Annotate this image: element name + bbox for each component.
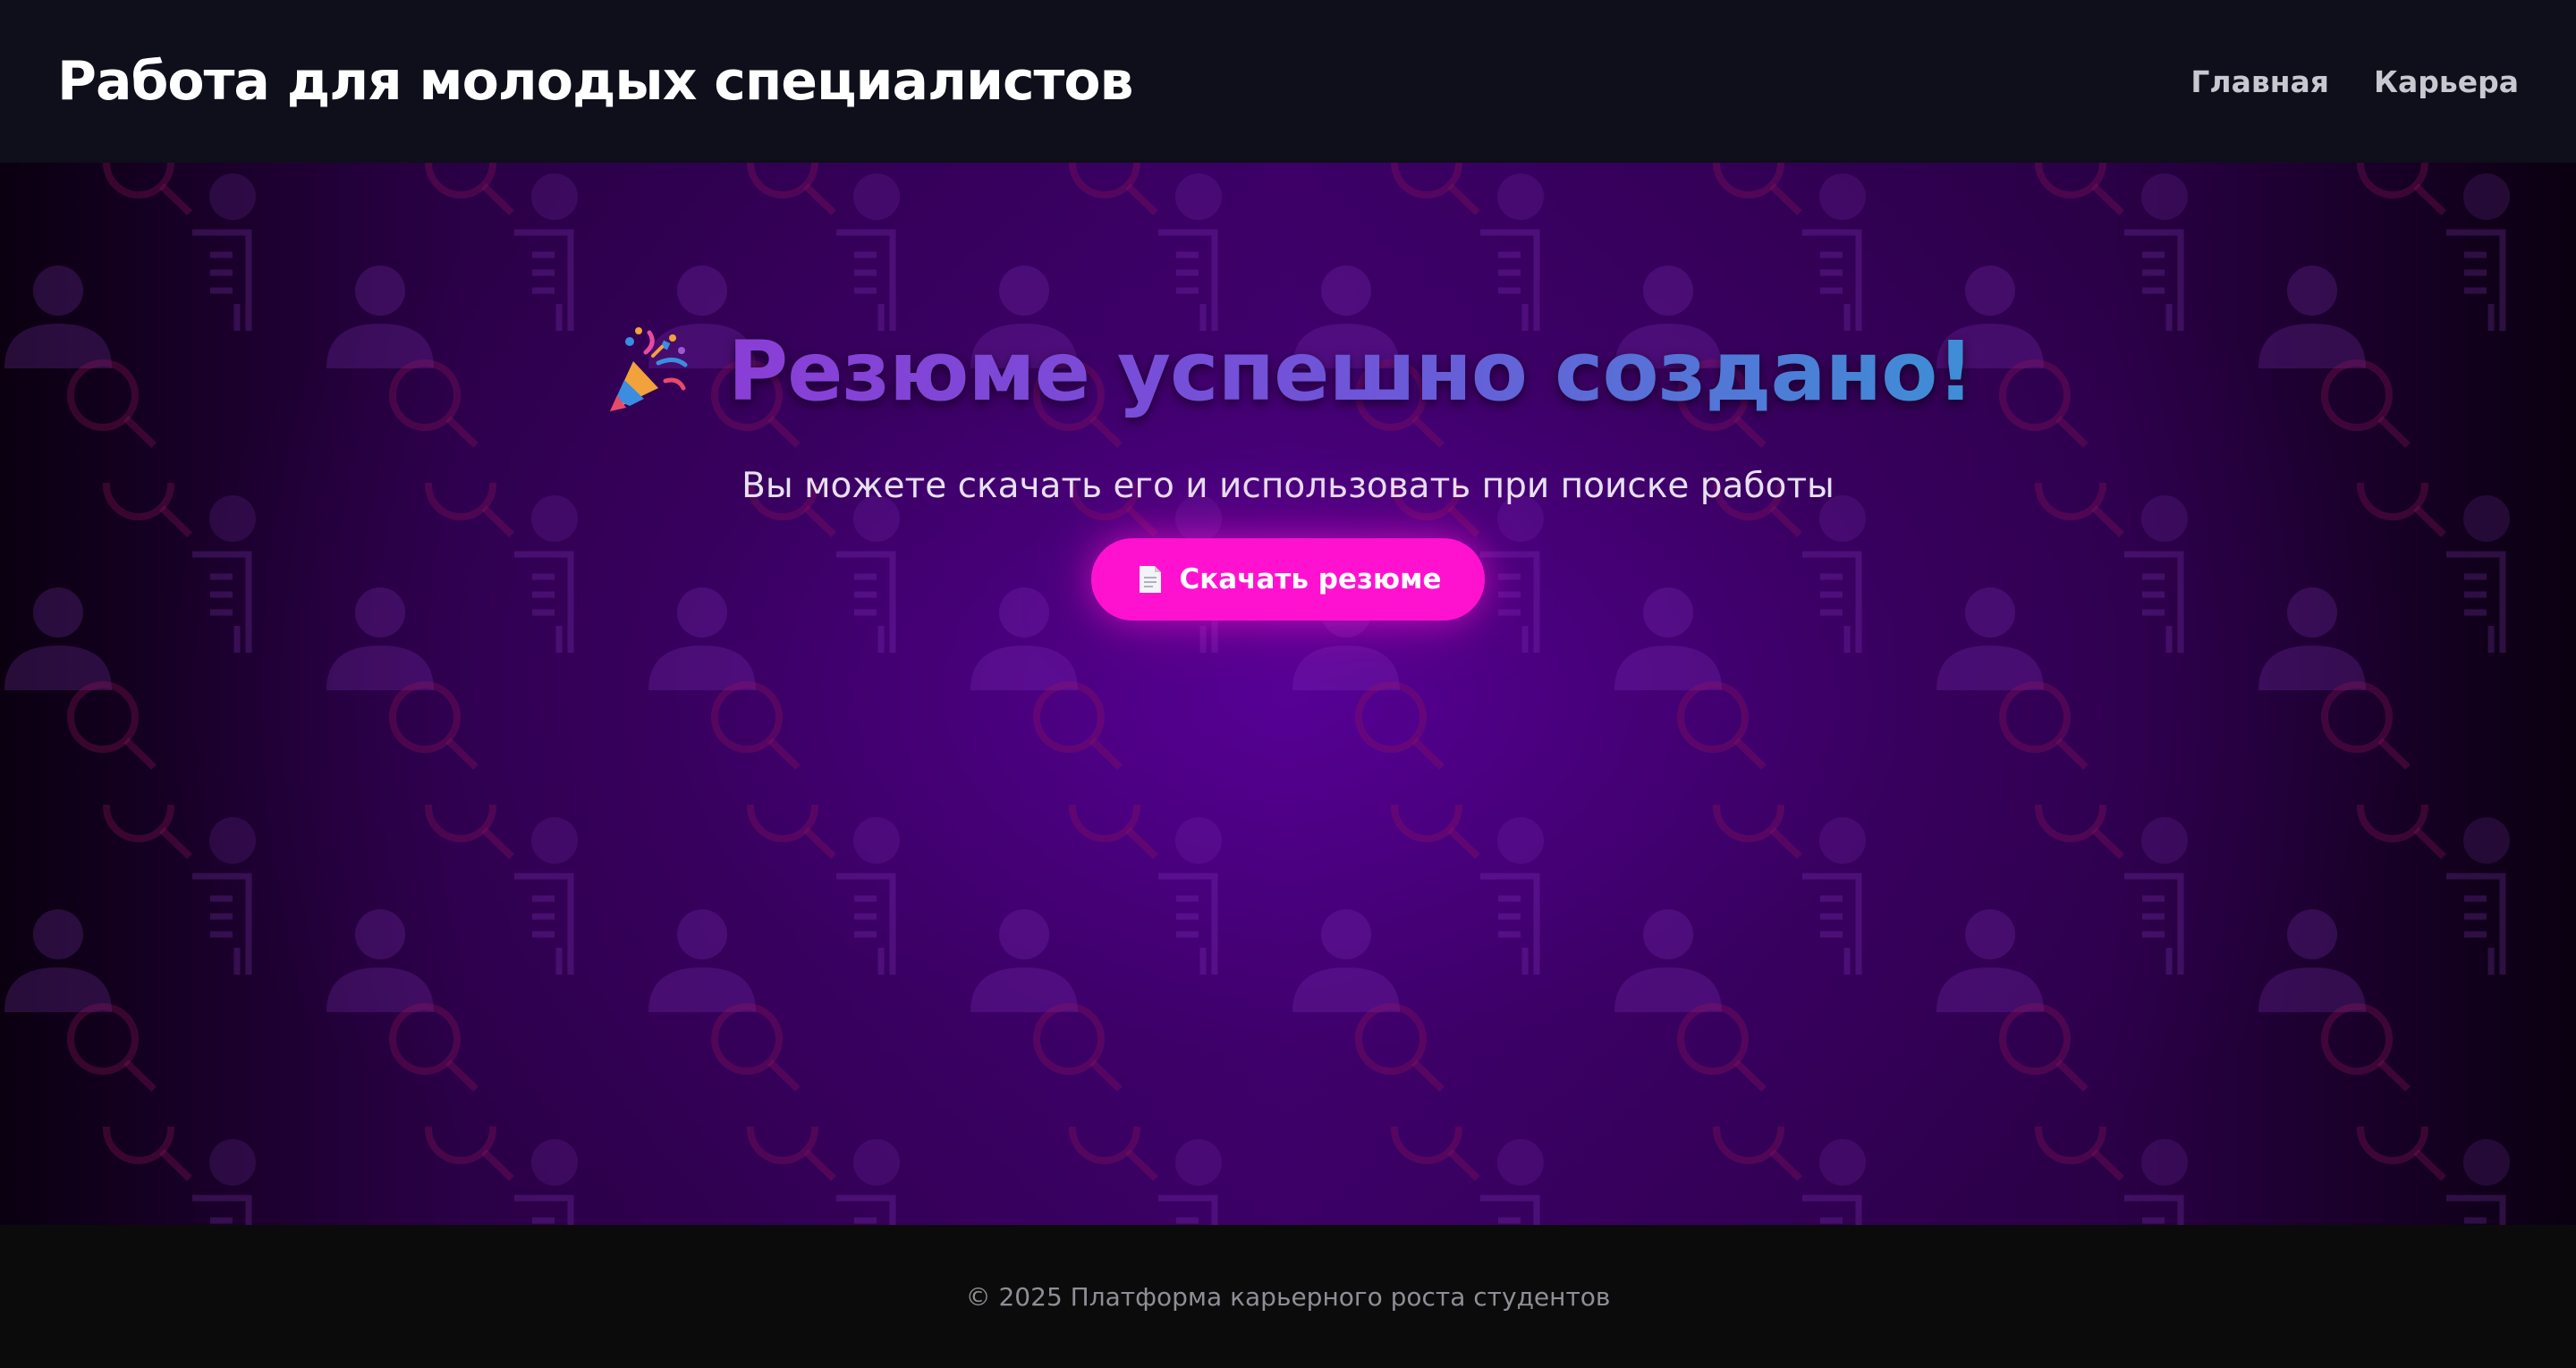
site-footer: © 2025 Платформа карьерного роста студен… xyxy=(0,1225,2576,1368)
document-icon xyxy=(1140,566,1162,593)
download-button-label: Скачать резюме xyxy=(1179,563,1442,595)
success-subtitle: Вы можете скачать его и использовать при… xyxy=(741,466,1835,506)
nav-link-career[interactable]: Карьера xyxy=(2374,64,2519,99)
page: Работа для молодых специалистов Главная … xyxy=(0,0,2576,1368)
success-title-row: Резюме успешно создано! xyxy=(603,324,1974,419)
main-nav: Главная Карьера xyxy=(2190,64,2519,99)
download-resume-button[interactable]: Скачать резюме xyxy=(1091,538,1485,621)
footer-copyright: © 2025 Платформа карьерного роста студен… xyxy=(965,1281,1611,1312)
hero-section: Резюме успешно создано! Вы можете скачат… xyxy=(0,163,2576,1225)
site-header: Работа для молодых специалистов Главная … xyxy=(0,0,2576,163)
success-heading: Резюме успешно создано! xyxy=(727,324,1975,419)
hero-content: Резюме успешно создано! Вы можете скачат… xyxy=(0,163,2576,1225)
party-popper-icon xyxy=(609,326,688,411)
site-title: Работа для молодых специалистов xyxy=(57,50,1134,113)
nav-link-home[interactable]: Главная xyxy=(2190,64,2329,99)
